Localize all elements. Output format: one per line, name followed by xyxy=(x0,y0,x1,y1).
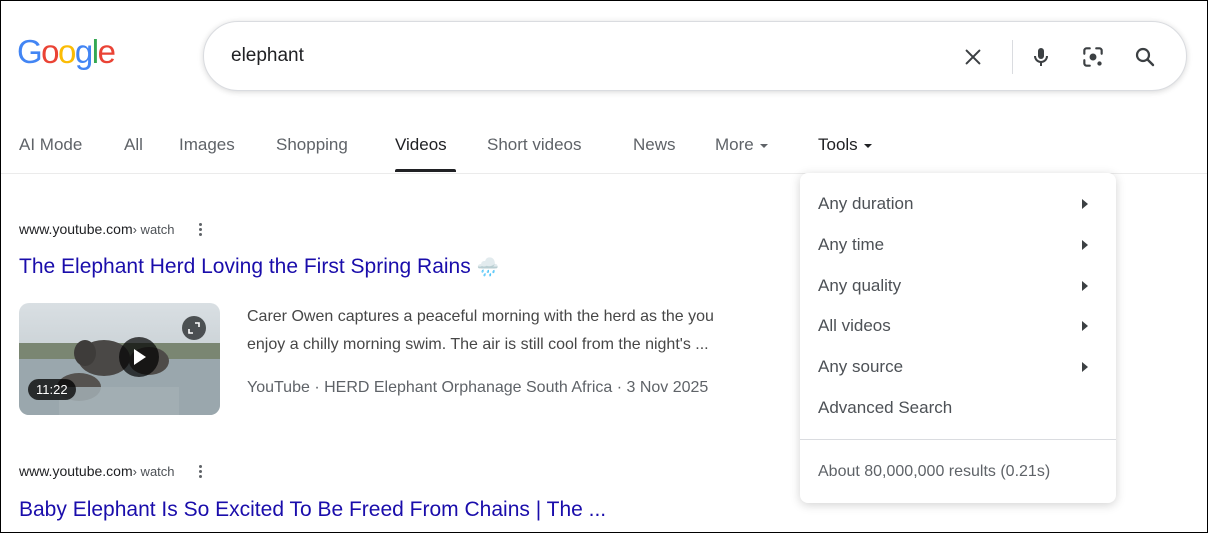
tab-more[interactable]: More xyxy=(715,135,768,155)
menu-item-label: Advanced Search xyxy=(818,398,953,417)
result-domain: www.youtube.com xyxy=(19,463,133,479)
search-tabs: AI Mode All Images Shopping Videos Short… xyxy=(1,125,1207,175)
tools-dropdown: Any duration Any time Any quality All vi… xyxy=(800,173,1116,503)
close-icon[interactable] xyxy=(956,40,990,74)
search-divider xyxy=(1012,40,1013,74)
play-button[interactable] xyxy=(119,337,159,377)
tab-all[interactable]: All xyxy=(124,135,143,155)
snippet-line: enjoy a chilly morning swim. The air is … xyxy=(247,336,709,353)
submenu-arrow-icon xyxy=(1082,281,1088,291)
chevron-down-icon xyxy=(759,143,768,148)
submenu-arrow-icon xyxy=(1082,321,1088,331)
more-options-icon[interactable] xyxy=(198,464,202,478)
result-title-link[interactable]: The Elephant Herd Loving the First Sprin… xyxy=(19,255,499,279)
search-icon[interactable] xyxy=(1128,40,1162,74)
result-title-link[interactable]: Baby Elephant Is So Excited To Be Freed … xyxy=(19,498,606,522)
active-tab-indicator xyxy=(395,169,456,172)
logo-letter: o xyxy=(58,33,76,70)
menu-item-label: All videos xyxy=(818,316,891,335)
tab-news[interactable]: News xyxy=(633,135,676,155)
chevron-down-icon xyxy=(863,143,872,148)
menu-item-label: Any source xyxy=(818,357,904,376)
logo-letter: e xyxy=(97,33,116,70)
submenu-arrow-icon xyxy=(1082,199,1088,209)
search-box xyxy=(203,21,1187,91)
result-domain: www.youtube.com xyxy=(19,221,133,237)
tab-more-label: More xyxy=(715,135,754,154)
video-duration-badge: 11:22 xyxy=(28,379,76,400)
submenu-arrow-icon xyxy=(1082,240,1088,250)
result-stats: About 80,000,000 results (0.21s) xyxy=(818,463,1051,480)
result-url[interactable]: www.youtube.com › watch xyxy=(19,221,202,237)
more-options-icon[interactable] xyxy=(198,222,202,236)
menu-item-all-videos[interactable]: All videos xyxy=(818,316,1100,336)
menu-item-label: Any quality xyxy=(818,276,902,295)
logo-letter: G xyxy=(17,33,43,70)
rain-cloud-icon: 🌧️ xyxy=(476,257,500,277)
logo-letter: g xyxy=(74,33,93,70)
tab-tools[interactable]: Tools xyxy=(818,135,872,155)
tab-short-videos[interactable]: Short videos xyxy=(487,135,582,155)
logo-letter: o xyxy=(41,33,59,70)
snippet-line: Carer Owen captures a peaceful morning w… xyxy=(247,308,714,325)
menu-item-any-duration[interactable]: Any duration xyxy=(818,194,1100,214)
video-thumbnail[interactable]: 11:22 xyxy=(19,303,220,415)
menu-item-label: Any duration xyxy=(818,194,914,213)
lens-icon[interactable] xyxy=(1076,40,1110,74)
menu-item-label: Any time xyxy=(818,235,885,254)
tab-tools-label: Tools xyxy=(818,135,858,154)
menu-item-advanced-search[interactable]: Advanced Search xyxy=(818,398,1100,418)
google-logo[interactable]: Google xyxy=(17,33,116,71)
result-path: › watch xyxy=(132,463,175,479)
result-url[interactable]: www.youtube.com › watch xyxy=(19,463,202,479)
menu-divider xyxy=(800,439,1116,440)
submenu-arrow-icon xyxy=(1082,362,1088,372)
microphone-icon[interactable] xyxy=(1024,40,1058,74)
tab-images[interactable]: Images xyxy=(179,135,235,155)
tab-ai-mode[interactable]: AI Mode xyxy=(19,135,82,155)
menu-item-any-time[interactable]: Any time xyxy=(818,235,1100,255)
expand-icon[interactable] xyxy=(182,316,206,340)
result-snippet: Carer Owen captures a peaceful morning w… xyxy=(247,303,714,359)
tab-videos[interactable]: Videos xyxy=(395,135,447,155)
result-title-text: The Elephant Herd Loving the First Sprin… xyxy=(19,255,471,278)
menu-item-any-quality[interactable]: Any quality xyxy=(818,276,1100,296)
tab-shopping[interactable]: Shopping xyxy=(276,135,348,155)
result-path: › watch xyxy=(132,221,175,237)
menu-item-any-source[interactable]: Any source xyxy=(818,357,1100,377)
result-meta: YouTube · HERD Elephant Orphanage South … xyxy=(247,379,709,396)
search-input[interactable] xyxy=(231,45,931,67)
